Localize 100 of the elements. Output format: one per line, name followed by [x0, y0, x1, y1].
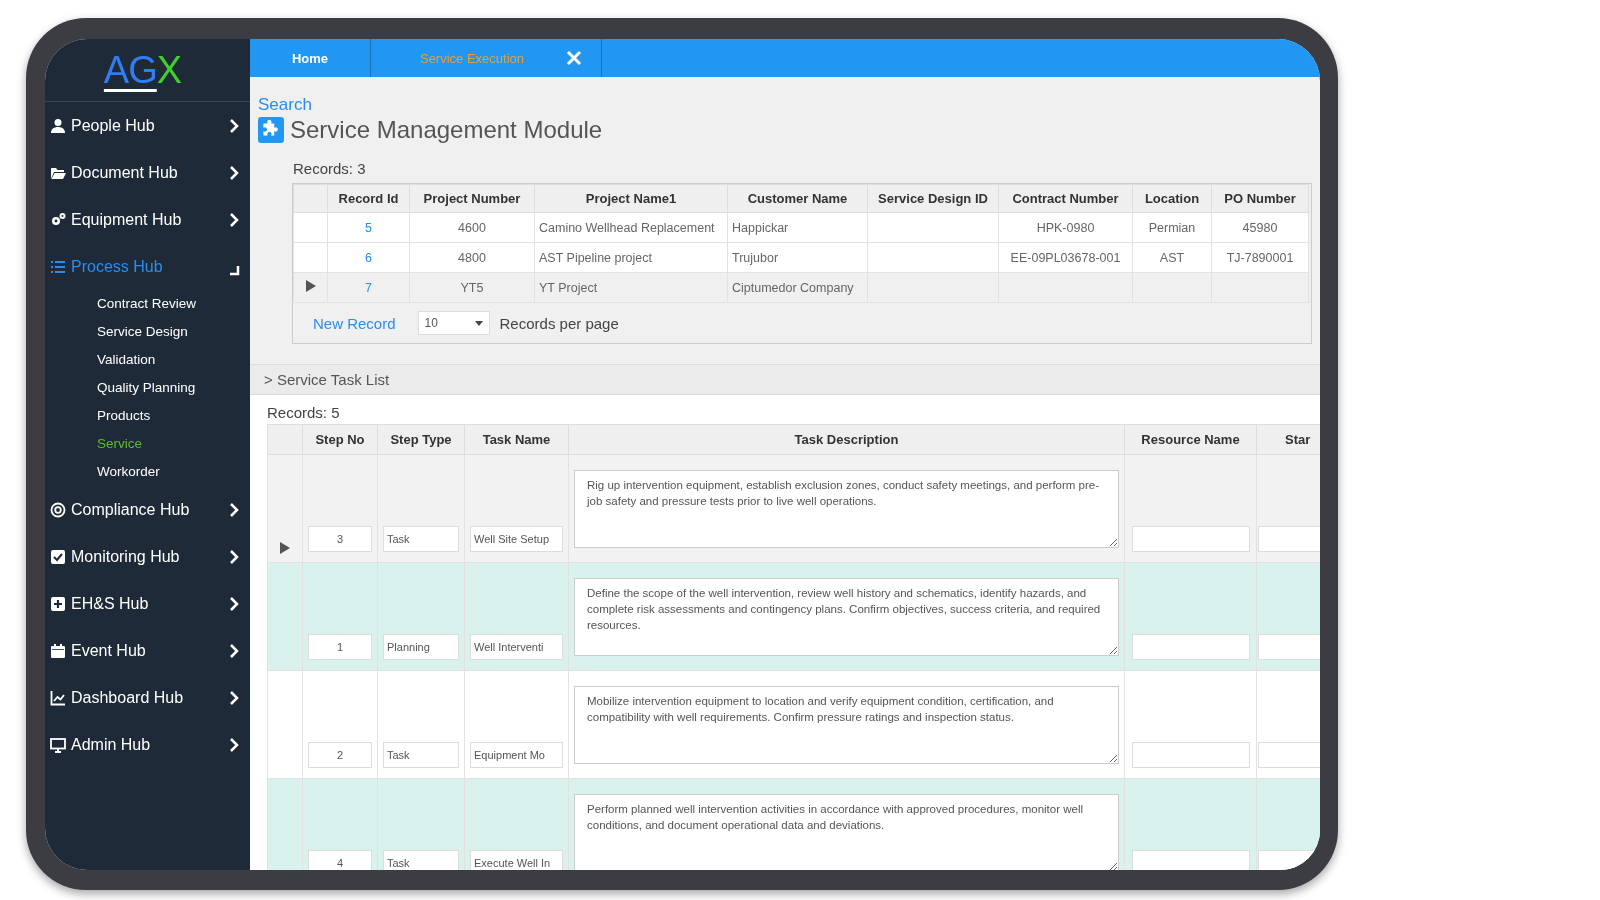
sidebar-subitem[interactable]: Service Design	[45, 318, 250, 346]
chevron-right-icon[interactable]	[228, 595, 240, 612]
list-icon	[50, 258, 66, 275]
row-selector[interactable]	[293, 272, 328, 303]
column-header[interactable]: Star	[1256, 424, 1320, 455]
calendar-icon	[50, 642, 66, 659]
table-cell: YT Project	[539, 280, 598, 295]
target-icon	[50, 501, 66, 518]
plus-icon	[50, 595, 66, 612]
column-header[interactable]: Service Design ID	[867, 184, 999, 213]
table-cell: 4800	[458, 250, 486, 265]
column-header[interactable]: Project Number	[409, 184, 535, 213]
column-header[interactable]: Task Description	[568, 424, 1125, 455]
step-type-field[interactable]: Planning	[383, 634, 459, 660]
table-cell: TJ-7890001	[1226, 250, 1294, 265]
column-header[interactable]: PO Number	[1211, 184, 1309, 213]
column-header[interactable]: Customer Name	[727, 184, 868, 213]
sidebar-item[interactable]: Compliance Hub	[45, 486, 250, 533]
task-name-field[interactable]: Well Interventi	[470, 634, 563, 660]
step-number-field[interactable]: 3	[308, 526, 372, 552]
current-row-icon	[305, 280, 316, 292]
task-description-field[interactable]: Rig up intervention equipment, establish exclusion zones, conduct safety meetings, and perform pre-job safety and pressure tests prior to live well operations.	[574, 469, 1119, 548]
sidebar-item[interactable]: Process Hub	[45, 243, 250, 290]
column-header[interactable]: Contract Number	[998, 184, 1133, 213]
resource-name-field[interactable]	[1131, 742, 1250, 768]
table-cell: AST	[1159, 250, 1185, 265]
page-title: Service Management Module	[290, 116, 603, 144]
chevron-right-icon[interactable]	[228, 501, 240, 518]
resource-name-field[interactable]	[1131, 634, 1250, 660]
resource-name-field[interactable]	[1131, 850, 1250, 870]
chevron-right-icon[interactable]	[228, 211, 240, 228]
chevron-right-icon[interactable]	[228, 164, 240, 181]
records-count: 5	[331, 404, 340, 421]
sidebar-item[interactable]: Event Hub	[45, 627, 250, 674]
puzzle-icon	[258, 117, 284, 143]
table-cell: Permian	[1148, 220, 1196, 235]
table-cell: HPK-0980	[1036, 220, 1095, 235]
sidebar-subitem[interactable]: Validation	[45, 346, 250, 374]
gears-icon	[50, 211, 66, 228]
column-header[interactable]: Location	[1132, 184, 1212, 213]
sidebar-subitem[interactable]: Products	[45, 402, 250, 430]
page-size-dropdown[interactable]: 10	[417, 311, 490, 335]
record-id-link[interactable]: 6	[365, 250, 372, 265]
sidebar-item[interactable]: Equipment Hub	[45, 196, 250, 243]
close-icon[interactable]	[566, 50, 583, 66]
table-cell: Happickar	[732, 220, 789, 235]
step-type-field[interactable]: Task	[383, 526, 459, 552]
table-cell: Ciptumedor Company	[732, 280, 854, 295]
task-name-field[interactable]: Execute Well In	[470, 850, 563, 870]
sidebar-item[interactable]: Document Hub	[45, 149, 250, 196]
task-description-field[interactable]: Define the scope of the well intervention, review well history and schematics, identify hazards, and complete risk assessments and contingency plans. Confirm objectives, success criteria, and required resources.	[574, 577, 1119, 656]
task-description-field[interactable]: Mobilize intervention equipment to location and verify equipment condition, certification, and compatibility with well requirements. Confirm pressure ratings and inspection status.	[574, 685, 1119, 764]
collapse-icon[interactable]	[228, 263, 240, 276]
records-per-page-label: Records per page	[499, 314, 619, 332]
check-icon	[50, 548, 66, 565]
table-cell: YT5	[460, 280, 484, 295]
sidebar-item[interactable]: Dashboard Hub	[45, 674, 250, 721]
step-number-field[interactable]: 2	[308, 742, 372, 768]
chevron-right-icon[interactable]	[228, 736, 240, 753]
task-name-field[interactable]: Equipment Mo	[470, 742, 563, 768]
step-type-field[interactable]: Task	[383, 850, 459, 870]
task-description-field[interactable]: Perform planned well intervention activities in accordance with approved procedures, monitor well conditions, and document operational data and deviations.	[574, 793, 1119, 870]
chevron-right-icon[interactable]	[228, 548, 240, 565]
table-cell: Camino Wellhead Replacement	[539, 220, 715, 235]
column-header[interactable]: Record Id	[327, 184, 410, 213]
column-header[interactable]: Step No	[302, 424, 378, 455]
resource-name-field[interactable]	[1131, 526, 1250, 552]
chevron-right-icon[interactable]	[228, 642, 240, 659]
table-cell: 45980	[1242, 220, 1278, 235]
current-row-icon	[280, 542, 290, 554]
sidebar-subitem[interactable]: Service	[45, 430, 250, 458]
records-label: Records:	[293, 160, 354, 177]
table-cell: EE-09PL03678-001	[1010, 250, 1121, 265]
person-icon	[50, 117, 66, 134]
sidebar-item[interactable]: People Hub	[45, 102, 250, 149]
table-cell: AST Pipeline project	[539, 250, 653, 265]
chevron-right-icon[interactable]	[228, 117, 240, 134]
sidebar-item[interactable]: Monitoring Hub	[45, 533, 250, 580]
table-cell: 4600	[458, 220, 486, 235]
sidebar-subitem[interactable]: Contract Review	[45, 290, 250, 318]
column-header[interactable]: Step Type	[377, 424, 465, 455]
sidebar-item[interactable]: Admin Hub	[45, 721, 250, 768]
monitor-icon	[50, 736, 66, 753]
column-header[interactable]: Project Name1	[534, 184, 728, 213]
table-cell: Trujubor	[732, 250, 779, 265]
step-number-field[interactable]: 1	[308, 634, 372, 660]
step-type-field[interactable]: Task	[383, 742, 459, 768]
chevron-right-icon[interactable]	[228, 689, 240, 706]
task-name-field[interactable]: Well Site Setup	[470, 526, 563, 552]
sidebar-subitem[interactable]: Workorder	[45, 458, 250, 486]
column-header[interactable]: Task Name	[464, 424, 569, 455]
step-number-field[interactable]: 4	[308, 850, 372, 870]
records-label: Records:	[267, 404, 328, 421]
sidebar-item[interactable]: EH&S Hub	[45, 580, 250, 627]
chart-icon	[50, 689, 66, 706]
column-header[interactable]: Resource Name	[1124, 424, 1257, 455]
section-header[interactable]: > Service Task List	[250, 364, 1320, 395]
sidebar-subitem[interactable]: Quality Planning	[45, 374, 250, 402]
record-id-link[interactable]: 5	[365, 220, 372, 235]
caret-icon	[474, 320, 483, 326]
